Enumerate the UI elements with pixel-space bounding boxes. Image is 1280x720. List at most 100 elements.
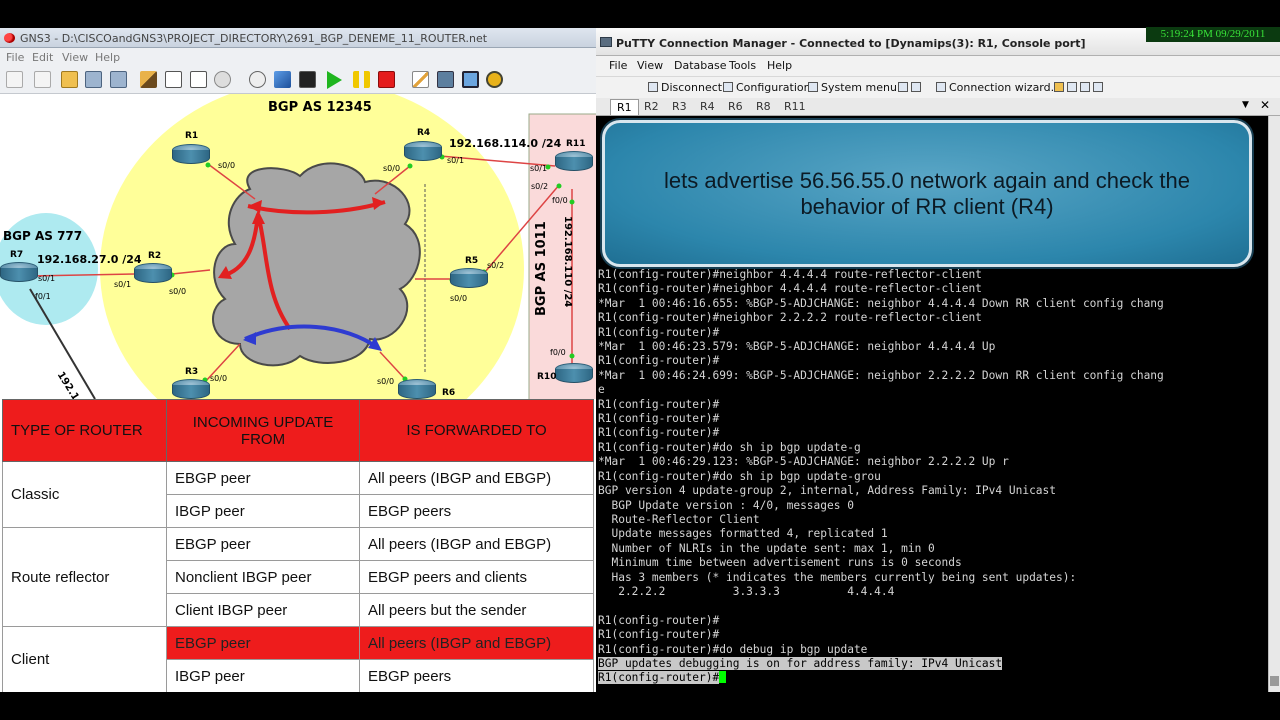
r4-s00-label: s0/0: [383, 164, 401, 173]
tab-r1[interactable]: R1: [610, 99, 639, 115]
forwarded-cell: EBGP peers: [359, 494, 594, 528]
gns3-menu-help[interactable]: Help: [95, 51, 120, 64]
forwarded-cell: EBGP peers and clients: [359, 560, 594, 594]
new-file-icon[interactable]: [6, 71, 23, 88]
net-label-110: 192.168.110 /24: [562, 216, 573, 308]
putty-menu-tools[interactable]: Tools: [729, 59, 756, 72]
router-r4[interactable]: [404, 141, 442, 163]
putty-menu-view[interactable]: View: [637, 59, 663, 72]
table-row: Route reflector EBGP peer All peers (IBG…: [2, 527, 594, 627]
timer-icon[interactable]: [249, 71, 266, 88]
tab-r8[interactable]: R8: [750, 99, 777, 115]
suspend-all-icon[interactable]: [353, 71, 370, 88]
type-cell: Client: [2, 626, 167, 693]
terminal-line: R1(config-router)#: [598, 325, 720, 339]
incoming-cell: Client IBGP peer: [166, 593, 360, 627]
forwarded-cell: EBGP peers: [359, 659, 594, 693]
r5-s02-label: s0/2: [487, 261, 505, 270]
router-r11[interactable]: [555, 151, 593, 173]
toolbar-misc-icons[interactable]: [898, 81, 928, 94]
open-folder-icon[interactable]: [61, 71, 78, 88]
tab-r3[interactable]: R3: [666, 99, 693, 115]
r5-s00-label: s0/0: [450, 294, 468, 303]
terminal-line: *Mar 1 00:46:24.699: %BGP-5-ADJCHANGE: n…: [598, 368, 1164, 382]
terminal-scrollbar[interactable]: [1268, 116, 1280, 692]
system-menu-icon: [808, 82, 818, 92]
rectangle-icon[interactable]: [462, 71, 479, 88]
tab-dropdown-icon[interactable]: ▼: [1242, 100, 1249, 110]
route-reflector-table: TYPE OF ROUTER INCOMING UPDATE FROM IS F…: [2, 399, 594, 693]
close-doc-icon: [1093, 82, 1103, 92]
r6-s00-label: s0/0: [377, 377, 395, 386]
router-r10[interactable]: [555, 363, 593, 385]
putty-menu-help[interactable]: Help: [767, 59, 792, 72]
open-icon: [1054, 82, 1064, 92]
gns3-menu-bar: File Edit View Help: [0, 48, 596, 66]
r3-label: R3: [185, 367, 199, 377]
save-as-icon[interactable]: [110, 71, 127, 88]
terminal-line: R1(config-router)#: [598, 628, 720, 642]
router-r3[interactable]: [172, 379, 210, 399]
router-r5[interactable]: [450, 268, 488, 290]
terminal-output: R1(config-router)#neighbor 4.4.4.4 route…: [598, 268, 1164, 686]
gns3-menu-edit[interactable]: Edit: [32, 51, 53, 64]
r5-label: R5: [465, 256, 479, 266]
r11-label: R11: [566, 139, 586, 149]
tab-r6[interactable]: R6: [722, 99, 749, 115]
router-r2[interactable]: [134, 263, 172, 285]
table-header-row: TYPE OF ROUTER INCOMING UPDATE FROM IS F…: [2, 399, 594, 462]
stop-all-icon[interactable]: [378, 71, 395, 88]
file-actions[interactable]: [1054, 81, 1106, 94]
router-r7[interactable]: [0, 262, 38, 284]
router-r1[interactable]: [172, 144, 210, 166]
note-icon[interactable]: [412, 71, 429, 88]
ellipse-icon[interactable]: [486, 71, 503, 88]
new-project-icon[interactable]: [34, 71, 51, 88]
gns3-menu-file[interactable]: File: [6, 51, 24, 64]
system-menu-button[interactable]: System menu: [808, 81, 897, 94]
annotation-callout: lets advertise 56.56.55.0 network again …: [602, 120, 1252, 267]
r3-s00-label: s0/0: [210, 374, 228, 383]
scrollbar-thumb[interactable]: [1270, 676, 1279, 686]
terminal-line: Has 3 members (* indicates the members c…: [598, 570, 1077, 584]
terminal-line: e: [598, 383, 605, 397]
topology-canvas[interactable]: BGP AS 12345 BGP AS 777 BGP AS 1011 192.…: [0, 94, 596, 399]
terminal-cursor: [719, 671, 727, 684]
incoming-cell: Nonclient IBGP peer: [166, 560, 360, 594]
capture-icon[interactable]: [214, 71, 231, 88]
wizard-icon: [936, 82, 946, 92]
picture-icon[interactable]: [437, 71, 454, 88]
r11-s02-label: s0/2: [531, 182, 549, 191]
type-cell: Classic: [2, 461, 167, 528]
forwarded-cell: All peers but the sender: [359, 593, 594, 627]
r10-label: R10: [537, 372, 557, 382]
telnet-icon[interactable]: [274, 71, 291, 88]
r1-label: R1: [185, 131, 199, 141]
start-all-icon[interactable]: [327, 71, 342, 89]
select-tool-icon[interactable]: [165, 71, 182, 88]
save-all-icon: [1080, 82, 1090, 92]
r4-label: R4: [417, 128, 431, 138]
console-icon[interactable]: [299, 71, 316, 88]
putty-menu-file[interactable]: File: [609, 59, 627, 72]
tab-r2[interactable]: R2: [638, 99, 665, 115]
table-row: Classic EBGP peer All peers (IBGP and EB…: [2, 461, 594, 528]
connection-wizard-button[interactable]: Connection wizard...: [936, 81, 1061, 94]
forwarded-cell: All peers (IBGP and EBGP): [359, 527, 594, 561]
link-tool-icon[interactable]: [190, 71, 207, 88]
router-r6[interactable]: [398, 379, 436, 399]
tab-r4[interactable]: R4: [694, 99, 721, 115]
configuration-button[interactable]: Configuration: [723, 81, 811, 94]
tab-r11[interactable]: R11: [778, 99, 812, 115]
save-icon[interactable]: [85, 71, 102, 88]
terminal-line: BGP Update version : 4/0, messages 0: [598, 498, 854, 512]
putty-menu-database[interactable]: Database: [674, 59, 727, 72]
r2-s01-label: s0/1: [114, 280, 132, 289]
tab-close-icon[interactable]: ✕: [1260, 98, 1270, 112]
brush-icon[interactable]: [140, 71, 157, 88]
terminal-line: Route-Reflector Client: [598, 512, 760, 526]
gns3-menu-view[interactable]: View: [62, 51, 88, 64]
terminal-line: R1(config-router)#neighbor 4.4.4.4 route…: [598, 282, 982, 296]
disconnect-button[interactable]: Disconnect: [648, 81, 722, 94]
incoming-cell: IBGP peer: [166, 659, 360, 693]
